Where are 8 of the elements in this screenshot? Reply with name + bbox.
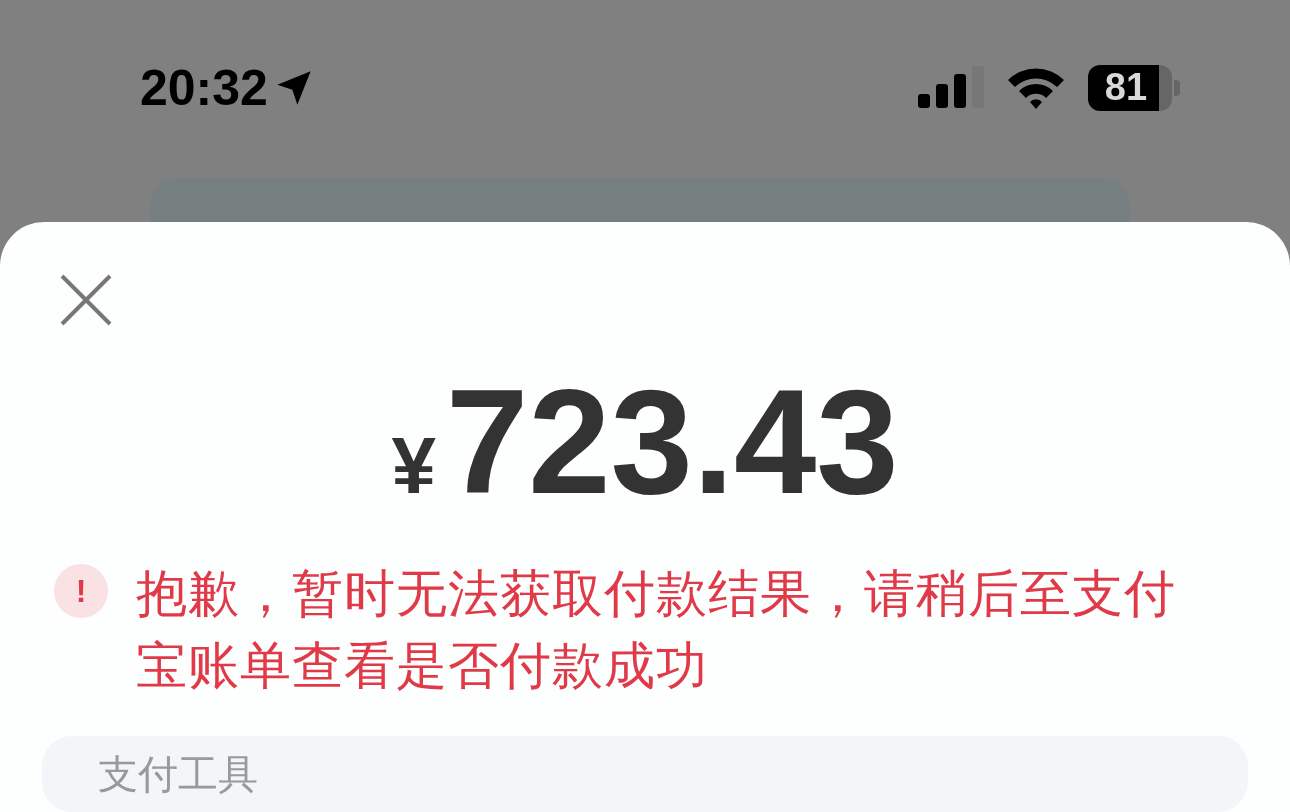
card-label: 支付工具: [98, 752, 258, 796]
status-time: 20:32: [140, 58, 268, 117]
currency-symbol: ¥: [391, 420, 436, 512]
payment-amount: 723.43: [445, 368, 899, 516]
error-message: 抱歉，暂时无法获取付款结果，请稍后至支付宝账单查看是否付款成功: [136, 564, 1177, 696]
signal-icon: [918, 65, 984, 110]
error-icon: !: [54, 564, 108, 618]
close-button[interactable]: [58, 272, 114, 328]
